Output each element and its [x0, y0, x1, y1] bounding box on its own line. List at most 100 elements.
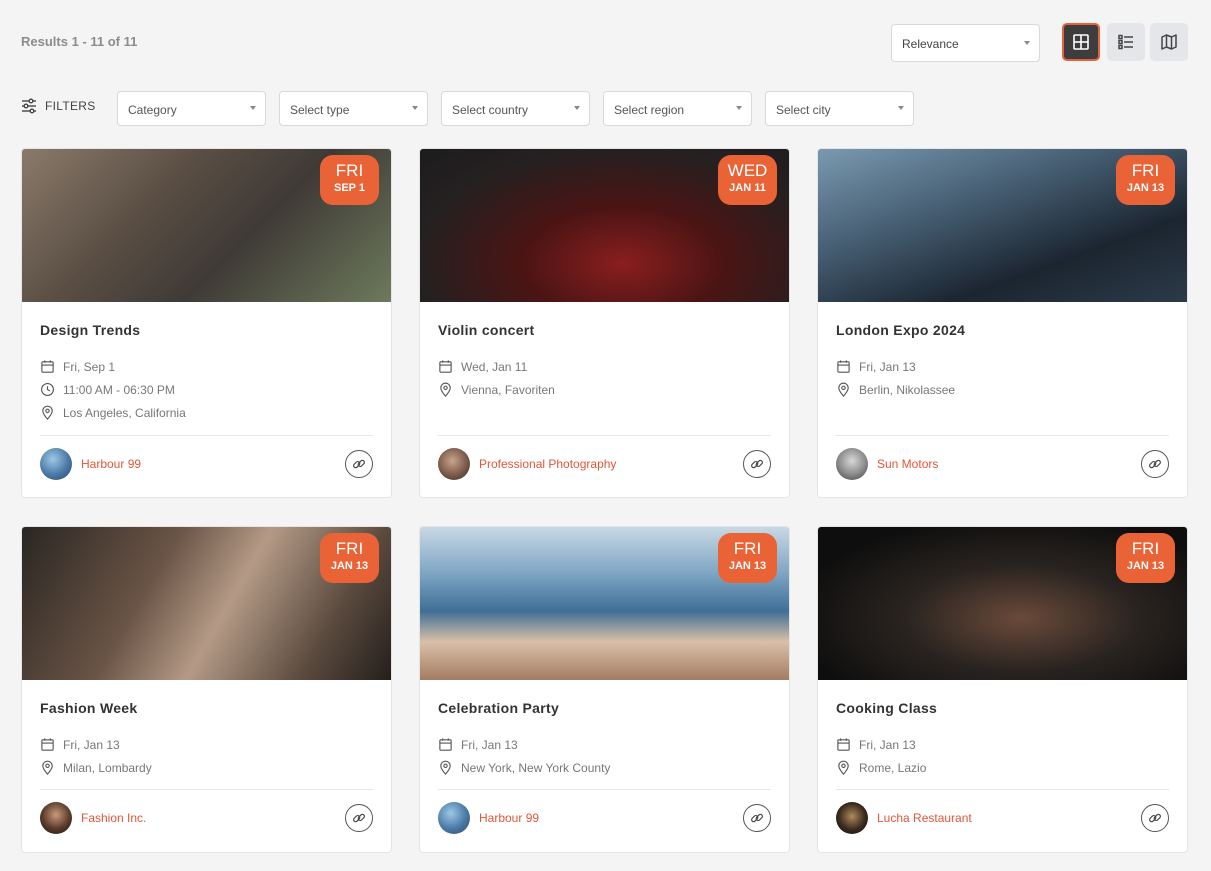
event-card[interactable]: FRI SEP 1 Design Trends Fri, Sep 1 11:00…: [21, 148, 392, 498]
event-location: Los Angeles, California: [40, 401, 373, 424]
region-select[interactable]: Select region: [603, 91, 752, 126]
badge-date: JAN 13: [1126, 560, 1165, 572]
link-icon: [1149, 813, 1161, 823]
event-location-text: Los Angeles, California: [63, 405, 186, 420]
share-link-button[interactable]: [1141, 804, 1169, 832]
list-view-button[interactable]: [1107, 23, 1145, 61]
organizer-avatar[interactable]: [438, 802, 470, 834]
map-icon: [1161, 34, 1177, 50]
organizer-avatar[interactable]: [40, 802, 72, 834]
share-link-button[interactable]: [345, 804, 373, 832]
event-date-text: Fri, Jan 13: [63, 737, 120, 752]
event-date: Fri, Jan 13: [438, 733, 771, 756]
city-select-value: Select city: [776, 103, 831, 117]
organizer-avatar[interactable]: [438, 448, 470, 480]
event-time: 11:00 AM - 06:30 PM: [40, 378, 373, 401]
organizer-link[interactable]: Harbour 99: [479, 811, 734, 825]
organizer-link[interactable]: Harbour 99: [81, 457, 336, 471]
event-title[interactable]: Design Trends: [40, 322, 373, 338]
event-image[interactable]: FRI JAN 13: [818, 149, 1187, 302]
event-card[interactable]: FRI JAN 13 Cooking Class Fri, Jan 13 Rom…: [817, 526, 1188, 853]
caret-down-icon: [412, 106, 418, 110]
results-count: Results 1 - 11 of 11: [21, 34, 138, 49]
card-divider: [438, 789, 771, 790]
sort-select[interactable]: Relevance: [891, 24, 1040, 62]
organizer-avatar[interactable]: [836, 802, 868, 834]
share-link-button[interactable]: [1141, 450, 1169, 478]
event-date-text: Fri, Jan 13: [461, 737, 518, 752]
share-link-button[interactable]: [345, 450, 373, 478]
calendar-icon: [439, 738, 452, 751]
event-card[interactable]: FRI JAN 13 Fashion Week Fri, Jan 13 Mila…: [21, 526, 392, 853]
city-select[interactable]: Select city: [765, 91, 914, 126]
calendar-icon: [41, 738, 54, 751]
organizer-link[interactable]: Sun Motors: [877, 457, 1132, 471]
sort-select-value: Relevance: [902, 37, 959, 51]
location-pin-icon: [440, 760, 451, 775]
organizer-avatar[interactable]: [836, 448, 868, 480]
event-title[interactable]: Violin concert: [438, 322, 771, 338]
type-select[interactable]: Select type: [279, 91, 428, 126]
country-select[interactable]: Select country: [441, 91, 590, 126]
category-select-value: Category: [128, 103, 177, 117]
filters-toggle[interactable]: FILTERS: [21, 98, 96, 114]
organizer-link[interactable]: Lucha Restaurant: [877, 811, 1132, 825]
caret-down-icon: [898, 106, 904, 110]
organizer-avatar[interactable]: [40, 448, 72, 480]
link-icon: [1149, 459, 1161, 469]
event-title[interactable]: London Expo 2024: [836, 322, 1169, 338]
event-title[interactable]: Fashion Week: [40, 700, 373, 716]
event-date-text: Fri, Sep 1: [63, 359, 116, 374]
grid-icon: [1073, 34, 1089, 50]
grid-view-button[interactable]: [1062, 23, 1100, 61]
event-image[interactable]: FRI JAN 13: [420, 527, 789, 680]
organizer-link[interactable]: Fashion Inc.: [81, 811, 336, 825]
badge-date: JAN 13: [728, 560, 767, 572]
event-date: Fri, Jan 13: [40, 733, 373, 756]
event-location-text: Berlin, Nikolassee: [859, 382, 956, 397]
event-location: New York, New York County: [438, 756, 771, 779]
event-location-text: Rome, Lazio: [859, 760, 927, 775]
calendar-icon: [439, 360, 452, 373]
badge-weekday: FRI: [733, 539, 762, 558]
location-pin-icon: [838, 382, 849, 397]
event-image[interactable]: FRI JAN 13: [22, 527, 391, 680]
caret-down-icon: [736, 106, 742, 110]
card-divider: [836, 435, 1169, 436]
calendar-icon: [837, 360, 850, 373]
event-location-text: Milan, Lombardy: [63, 760, 152, 775]
badge-date: JAN 13: [330, 560, 369, 572]
event-image[interactable]: WED JAN 11: [420, 149, 789, 302]
category-select[interactable]: Category: [117, 91, 266, 126]
event-title[interactable]: Cooking Class: [836, 700, 1169, 716]
event-card[interactable]: FRI JAN 13 London Expo 2024 Fri, Jan 13 …: [817, 148, 1188, 498]
badge-weekday: FRI: [1131, 161, 1160, 180]
map-view-button[interactable]: [1150, 23, 1188, 61]
event-title[interactable]: Celebration Party: [438, 700, 771, 716]
event-card[interactable]: FRI JAN 13 Celebration Party Fri, Jan 13…: [419, 526, 790, 853]
event-location-text: Vienna, Favoriten: [461, 382, 555, 397]
event-date: Wed, Jan 11: [438, 355, 771, 378]
date-badge: WED JAN 11: [718, 155, 777, 205]
event-image[interactable]: FRI JAN 13: [818, 527, 1187, 680]
share-link-button[interactable]: [743, 804, 771, 832]
card-divider: [438, 435, 771, 436]
date-badge: FRI SEP 1: [320, 155, 379, 205]
caret-down-icon: [1024, 41, 1030, 45]
organizer-row: Harbour 99: [40, 448, 373, 480]
event-date-text: Fri, Jan 13: [859, 359, 916, 374]
badge-weekday: FRI: [335, 161, 364, 180]
organizer-link[interactable]: Professional Photography: [479, 457, 734, 471]
sliders-icon: [22, 98, 36, 114]
card-divider: [40, 789, 373, 790]
organizer-row: Fashion Inc.: [40, 802, 373, 834]
event-card[interactable]: WED JAN 11 Violin concert Wed, Jan 11 Vi…: [419, 148, 790, 498]
date-badge: FRI JAN 13: [718, 533, 777, 583]
date-badge: FRI JAN 13: [320, 533, 379, 583]
event-image[interactable]: FRI SEP 1: [22, 149, 391, 302]
badge-date: JAN 13: [1126, 182, 1165, 194]
share-link-button[interactable]: [743, 450, 771, 478]
event-date: Fri, Jan 13: [836, 733, 1169, 756]
caret-down-icon: [250, 106, 256, 110]
event-location-text: New York, New York County: [461, 760, 611, 775]
